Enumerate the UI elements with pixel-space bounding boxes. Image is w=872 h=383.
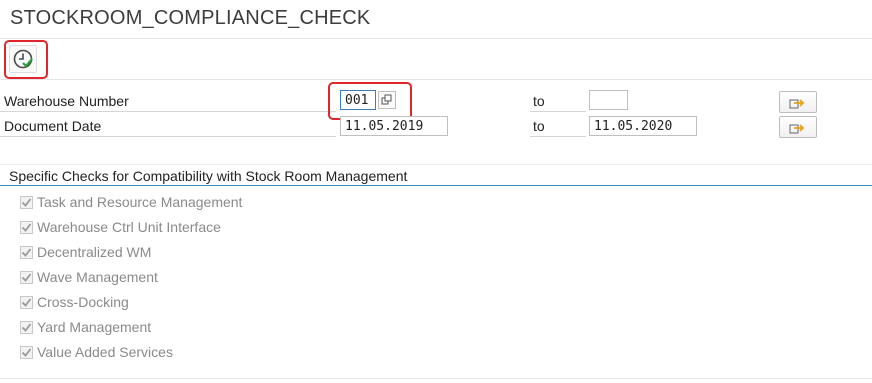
checkmark-icon xyxy=(21,322,32,332)
group-top-divider xyxy=(0,164,872,165)
docdate-to-label: to xyxy=(533,118,545,134)
check-label: Decentralized WM xyxy=(37,244,152,260)
check-label: Cross-Docking xyxy=(37,294,129,310)
document-date-label: Document Date xyxy=(4,118,102,134)
check-warehouse-ctrl: Warehouse Ctrl Unit Interface xyxy=(20,218,221,236)
toolbar-divider xyxy=(0,79,872,80)
warehouse-to-line xyxy=(530,111,586,112)
check-decentralized-wm: Decentralized WM xyxy=(20,243,151,261)
checkbox xyxy=(20,270,33,284)
checkmark-icon xyxy=(21,297,32,307)
check-yard-management: Yard Management xyxy=(20,318,151,336)
checks-group-title: Specific Checks for Compatibility with S… xyxy=(9,168,408,184)
checkmark-icon xyxy=(21,222,32,232)
check-label: Warehouse Ctrl Unit Interface xyxy=(37,219,221,235)
checks-group-divider xyxy=(0,185,872,186)
bottom-divider xyxy=(0,378,872,379)
checkmark-icon xyxy=(21,247,32,257)
warehouse-number-label: Warehouse Number xyxy=(4,93,129,109)
checkbox xyxy=(20,220,33,234)
docdate-row-line xyxy=(0,136,336,137)
checkmark-icon xyxy=(21,272,32,282)
checkmark-icon xyxy=(21,197,32,207)
warehouse-row-line xyxy=(0,111,336,112)
checkbox xyxy=(20,195,33,209)
execute-clock-check-icon xyxy=(13,49,33,69)
check-cross-docking: Cross-Docking xyxy=(20,293,129,311)
checkbox xyxy=(20,245,33,259)
check-wave-management: Wave Management xyxy=(20,268,158,286)
warehouse-to-field[interactable] xyxy=(589,90,628,110)
arrow-right-icon xyxy=(789,99,805,109)
warehouse-multiple-selection-button[interactable] xyxy=(779,91,817,113)
execute-button[interactable] xyxy=(9,45,37,73)
docdate-from-field[interactable]: 11.05.2019 xyxy=(340,116,448,136)
page-title: STOCKROOM_COMPLIANCE_CHECK xyxy=(10,7,371,29)
checkbox xyxy=(20,345,33,359)
warehouse-from-field[interactable]: 001 xyxy=(340,90,376,110)
arrow-right-icon xyxy=(789,124,805,134)
checkbox xyxy=(20,320,33,334)
title-divider xyxy=(0,38,872,39)
check-label: Task and Resource Management xyxy=(37,194,243,210)
value-help-icon[interactable] xyxy=(378,91,396,109)
checkmark-icon xyxy=(21,347,32,357)
docdate-to-field[interactable]: 11.05.2020 xyxy=(589,116,697,136)
docdate-to-line xyxy=(530,136,586,137)
docdate-multiple-selection-button[interactable] xyxy=(779,116,817,138)
check-task-resource: Task and Resource Management xyxy=(20,193,242,211)
check-label: Value Added Services xyxy=(37,344,173,360)
check-label: Wave Management xyxy=(37,269,158,285)
warehouse-to-label: to xyxy=(533,93,545,109)
check-value-added-services: Value Added Services xyxy=(20,343,173,361)
check-label: Yard Management xyxy=(37,319,152,335)
checkbox xyxy=(20,295,33,309)
